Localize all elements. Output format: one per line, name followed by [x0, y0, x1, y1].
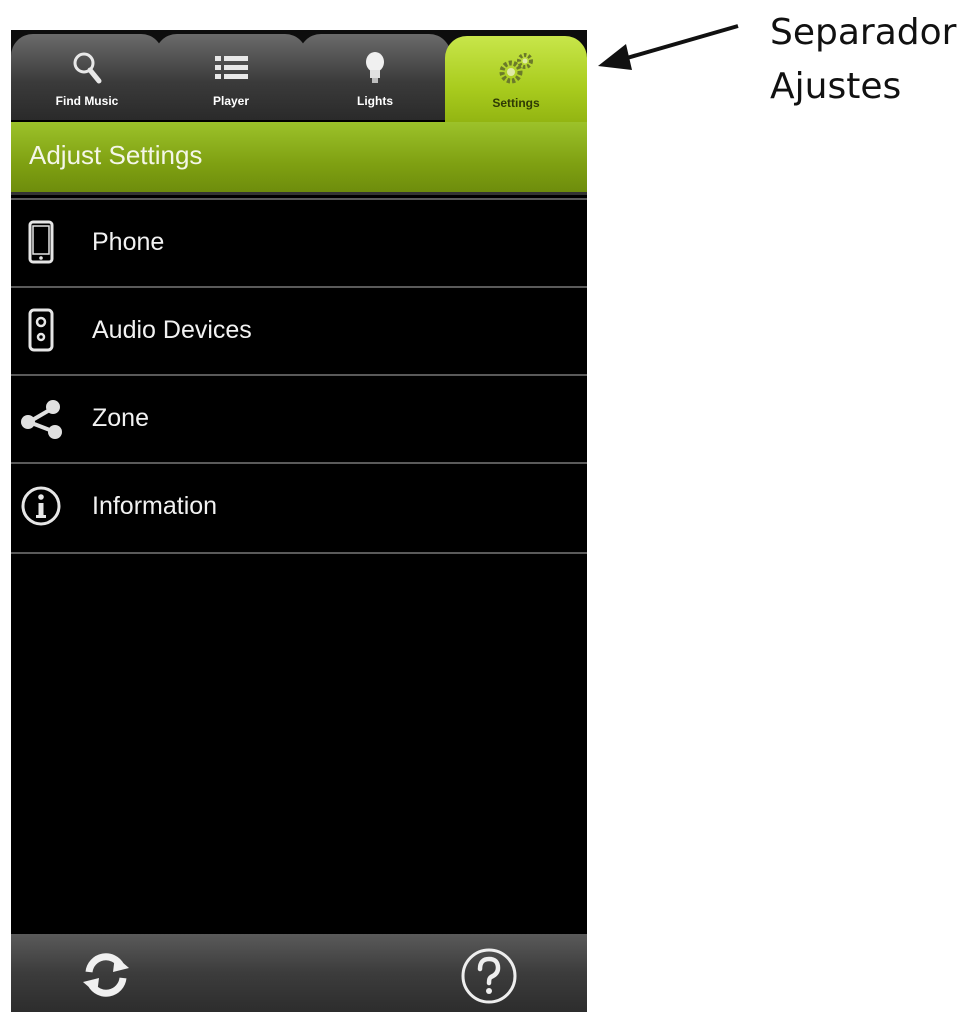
help-icon[interactable] — [459, 946, 519, 1006]
bottom-bar — [11, 934, 587, 1012]
refresh-icon[interactable] — [77, 946, 135, 1004]
annotation-line: Ajustes — [770, 66, 902, 107]
speaker-icon — [28, 308, 54, 352]
annotation-arrow — [598, 24, 739, 70]
search-icon — [73, 52, 102, 84]
annotation-text: Separador Ajustes — [770, 6, 956, 114]
tab-lights[interactable]: Lights — [299, 34, 451, 120]
list-item-phone[interactable]: Phone — [11, 198, 587, 286]
list-item-information[interactable]: Information — [11, 462, 587, 554]
tab-label: Player — [212, 94, 250, 108]
tab-label: Lights — [357, 94, 393, 108]
tab-player[interactable]: Player — [155, 34, 307, 120]
phone-screen: Find Music Player Lights Settings Adjust… — [11, 30, 587, 1012]
phone-icon — [28, 220, 54, 264]
tab-find-music[interactable]: Find Music — [11, 34, 163, 120]
info-icon — [21, 486, 61, 526]
list-item-zone[interactable]: Zone — [11, 374, 587, 462]
list-item-audio-devices[interactable]: Audio Devices — [11, 286, 587, 374]
annotation-line: Separador — [770, 12, 957, 53]
tab-bar: Find Music Player Lights Settings — [11, 30, 587, 122]
page-header: Adjust Settings — [11, 122, 587, 195]
list-item-label: Information — [92, 492, 218, 520]
tab-settings[interactable]: Settings — [445, 36, 587, 122]
list-item-label: Phone — [92, 228, 165, 256]
list-item-label: Zone — [92, 404, 149, 432]
list-item-label: Audio Devices — [92, 316, 252, 344]
tab-label: Find Music — [55, 94, 119, 108]
share-icon — [21, 400, 62, 439]
list-icon — [215, 56, 248, 79]
lightbulb-icon — [366, 52, 384, 83]
gears-icon — [499, 53, 533, 84]
page-title: Adjust Settings — [29, 140, 203, 170]
tab-label: Settings — [492, 96, 540, 110]
settings-list: Phone Audio Devices Zone Information — [11, 198, 587, 554]
